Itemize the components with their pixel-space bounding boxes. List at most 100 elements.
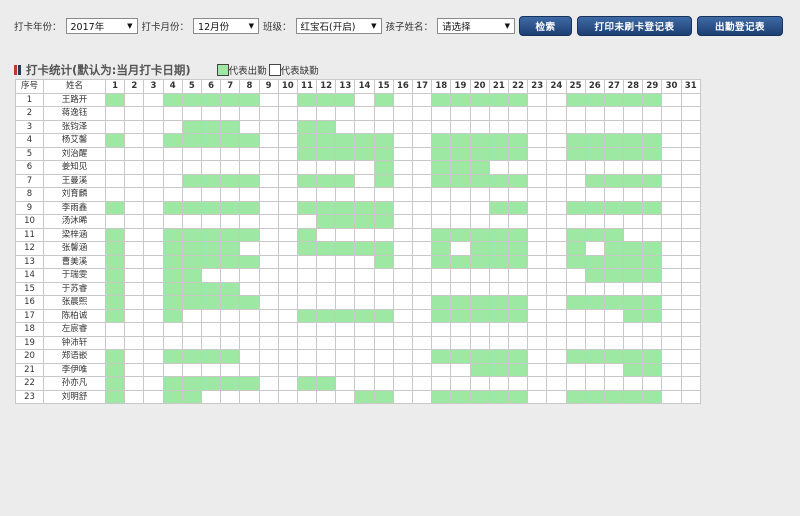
attendance-cell-absent	[565, 187, 586, 202]
attendance-cell-absent	[392, 376, 414, 391]
attendance-cell-absent	[277, 173, 298, 188]
attendance-cell-present	[316, 119, 337, 134]
child-name: 王曼溪	[43, 173, 106, 188]
attendance-cell-absent	[220, 187, 241, 202]
attendance-cell-absent	[296, 281, 318, 296]
attendance-cell-absent	[680, 362, 701, 377]
attendance-cell-absent	[239, 268, 260, 283]
attendance-cell-present	[335, 308, 356, 323]
column-header-day: 25	[565, 79, 586, 94]
attendance-cell-absent	[162, 322, 183, 337]
attendance-cell-absent	[680, 227, 701, 242]
attendance-cell-absent	[642, 106, 663, 121]
table-row: 15 于苏睿	[15, 281, 701, 296]
attendance-cell-present	[200, 173, 222, 188]
table-row: 18 左宸睿	[15, 322, 701, 337]
year-select[interactable]: 2017年 ▼	[65, 18, 138, 34]
attendance-cell-absent	[124, 187, 145, 202]
search-button[interactable]: 检索	[519, 16, 573, 36]
attendance-cell-absent	[411, 214, 433, 229]
attendance-cell-absent	[661, 268, 682, 283]
chevron-down-icon: ▼	[371, 22, 377, 30]
attendance-cell-absent	[200, 160, 222, 175]
column-header-day: 21	[488, 79, 509, 94]
attendance-cell-absent	[661, 200, 682, 215]
attendance-cell-present	[603, 241, 625, 256]
attendance-cell-absent	[565, 214, 586, 229]
attendance-cell-absent	[642, 376, 663, 391]
attendance-cell-present	[488, 254, 509, 269]
attendance-cell-absent	[220, 214, 241, 229]
attendance-cell-absent	[316, 295, 337, 310]
child-select[interactable]: 请选择 ▼	[437, 18, 516, 34]
column-header-day: 7	[220, 79, 241, 94]
attendance-cell-absent	[296, 349, 318, 364]
row-index: 17	[15, 308, 44, 323]
attendance-cell-present	[104, 254, 126, 269]
attendance-cell-absent	[411, 92, 433, 107]
attendance-cell-present	[431, 92, 452, 107]
attendance-cell-present	[584, 295, 605, 310]
column-header-day: 23	[527, 79, 548, 94]
attendance-cell-absent	[124, 106, 145, 121]
attendance-cell-absent	[584, 241, 605, 256]
attendance-cell-absent	[450, 214, 471, 229]
attendance-cell-absent	[143, 362, 164, 377]
attendance-cell-absent	[143, 200, 164, 215]
attendance-cell-present	[623, 308, 644, 323]
attendance-cell-absent	[469, 106, 490, 121]
table-row: 2 蒋逸钰	[15, 106, 701, 121]
attendance-cell-absent	[104, 160, 126, 175]
attendance-cell-present	[239, 376, 260, 391]
attendance-cell-absent	[354, 281, 375, 296]
section-title: 打卡统计(默认为:当月打卡日期)	[26, 63, 191, 77]
attendance-cell-absent	[450, 281, 471, 296]
attendance-cell-absent	[200, 308, 222, 323]
attendance-cell-absent	[661, 173, 682, 188]
attendance-cell-absent	[239, 362, 260, 377]
attendance-cell-present	[469, 241, 490, 256]
attendance-cell-absent	[124, 308, 145, 323]
attendance-cell-present	[373, 146, 394, 161]
attendance-cell-present	[642, 254, 663, 269]
attendance-cell-absent	[680, 160, 701, 175]
attendance-cell-present	[354, 200, 375, 215]
attendance-cell-absent	[565, 268, 586, 283]
attendance-cell-absent	[392, 160, 414, 175]
attendance-cell-absent	[527, 187, 548, 202]
attendance-cell-absent	[258, 389, 279, 404]
attendance-cell-absent	[527, 173, 548, 188]
attendance-cell-absent	[431, 214, 452, 229]
attendance-cell-absent	[565, 106, 586, 121]
attendance-cell-absent	[603, 322, 625, 337]
table-row: 22 孙亦凡	[15, 376, 701, 391]
attendance-cell-absent	[546, 308, 567, 323]
attendance-cell-absent	[642, 119, 663, 134]
attendance-cell-absent	[661, 146, 682, 161]
attendance-cell-present	[162, 133, 183, 148]
legend-absent-label: 代表缺勤	[280, 66, 319, 77]
attendance-cell-absent	[623, 214, 644, 229]
attendance-cell-absent	[411, 119, 433, 134]
attendance-cell-absent	[584, 214, 605, 229]
attendance-cell-absent	[392, 322, 414, 337]
attendance-cell-absent	[546, 389, 567, 404]
attendance-cell-absent	[181, 308, 202, 323]
attendance-cell-present	[162, 308, 183, 323]
attendance-cell-absent	[546, 281, 567, 296]
attendance-cell-absent	[546, 92, 567, 107]
attendance-cell-absent	[239, 349, 260, 364]
attendance-cell-absent	[354, 173, 375, 188]
class-select[interactable]: 红宝石(开启) ▼	[295, 18, 382, 34]
table-row: 6 姜知见	[15, 160, 701, 175]
attendance-cell-absent	[661, 241, 682, 256]
attendance-cell-present	[200, 241, 222, 256]
attendance-cell-present	[181, 254, 202, 269]
print-unswiped-button[interactable]: 打印未刷卡登记表	[577, 16, 693, 36]
child-name: 梁梓涵	[43, 227, 106, 242]
attendance-register-button[interactable]: 出勤登记表	[697, 16, 784, 36]
column-header-day: 28	[623, 79, 644, 94]
month-select[interactable]: 12月份 ▼	[193, 18, 260, 34]
attendance-cell-absent	[507, 106, 529, 121]
column-header-day: 24	[546, 79, 567, 94]
